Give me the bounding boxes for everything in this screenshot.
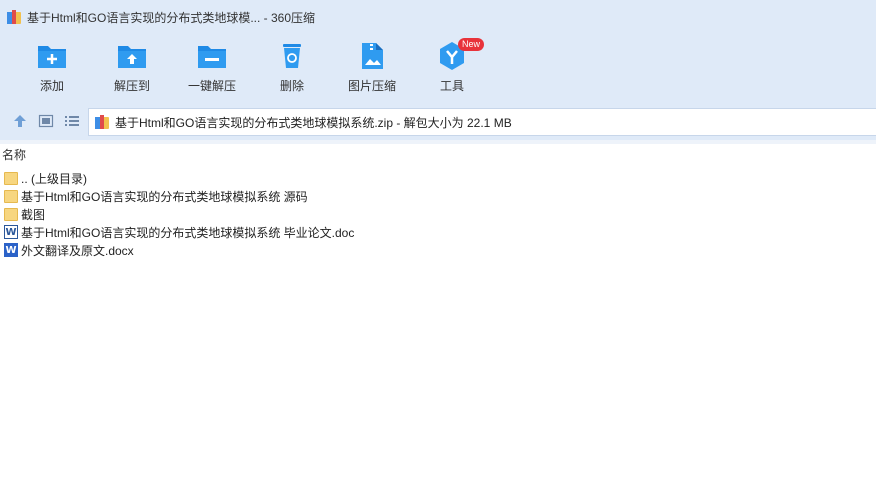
- list-item-screenshots-folder[interactable]: 截图: [0, 205, 876, 223]
- one-click-extract-button[interactable]: 一键解压: [182, 34, 242, 102]
- path-field[interactable]: 基于Html和GO语言实现的分布式类地球模拟系统.zip - 解包大小为 22.…: [88, 108, 876, 136]
- thumbnail-view-icon[interactable]: [38, 113, 54, 129]
- image-compress-icon: [356, 40, 388, 72]
- archive-app-icon: [6, 9, 22, 25]
- toolbar: 添加 解压到 一键解压 删除 图片压缩 New 工具: [0, 34, 876, 102]
- folder-icon: [4, 189, 18, 203]
- tools-label: 工具: [439, 79, 464, 93]
- folder-icon: [4, 171, 18, 185]
- add-label: 添加: [39, 79, 64, 93]
- add-button[interactable]: 添加: [22, 34, 82, 102]
- add-icon: [36, 40, 68, 72]
- file-name: 截图: [21, 207, 46, 222]
- file-name: 基于Html和GO语言实现的分布式类地球模拟系统 毕业论文.doc: [21, 225, 355, 240]
- folder-icon: [4, 207, 18, 221]
- file-name: 外文翻译及原文.docx: [21, 243, 134, 258]
- one-click-extract-label: 一键解压: [187, 79, 236, 93]
- recycle-bin-icon: [276, 40, 308, 72]
- up-arrow-icon[interactable]: [12, 113, 28, 129]
- file-list: .. (上级目录) 基于Html和GO语言实现的分布式类地球模拟系统 源码 截图…: [0, 169, 876, 259]
- list-item-source-folder[interactable]: 基于Html和GO语言实现的分布式类地球模拟系统 源码: [0, 187, 876, 205]
- image-compress-button[interactable]: 图片压缩: [342, 34, 402, 102]
- list-view-icon[interactable]: [64, 113, 80, 129]
- column-header-name[interactable]: 名称: [0, 144, 876, 166]
- address-bar: 基于Html和GO语言实现的分布式类地球模拟系统.zip - 解包大小为 22.…: [0, 102, 876, 140]
- new-badge: New: [458, 38, 485, 51]
- extract-to-button[interactable]: 解压到: [102, 34, 162, 102]
- title-bar: 基于Html和GO语言实现的分布式类地球模... - 360压缩: [0, 0, 876, 34]
- list-item-thesis-doc[interactable]: W 基于Html和GO语言实现的分布式类地球模拟系统 毕业论文.doc: [0, 223, 876, 241]
- list-item-translation-docx[interactable]: W 外文翻译及原文.docx: [0, 241, 876, 259]
- window-title: 基于Html和GO语言实现的分布式类地球模... - 360压缩: [27, 10, 316, 25]
- delete-button[interactable]: 删除: [262, 34, 322, 102]
- tools-icon: New: [436, 38, 485, 72]
- zip-file-icon: [94, 114, 110, 130]
- extract-to-label: 解压到: [113, 79, 150, 93]
- path-text: 基于Html和GO语言实现的分布式类地球模拟系统.zip - 解包大小为 22.…: [115, 115, 512, 130]
- file-name: 基于Html和GO语言实现的分布式类地球模拟系统 源码: [21, 189, 308, 204]
- image-compress-label: 图片压缩: [347, 79, 396, 93]
- one-click-extract-icon: [196, 40, 228, 72]
- tools-button[interactable]: New 工具: [422, 34, 485, 102]
- file-name: .. (上级目录): [21, 171, 87, 186]
- extract-to-icon: [116, 40, 148, 72]
- list-item-parent-dir[interactable]: .. (上级目录): [0, 169, 876, 187]
- word-docx-icon: W: [4, 243, 18, 257]
- delete-label: 删除: [279, 79, 304, 93]
- word-doc-icon: W: [4, 225, 18, 239]
